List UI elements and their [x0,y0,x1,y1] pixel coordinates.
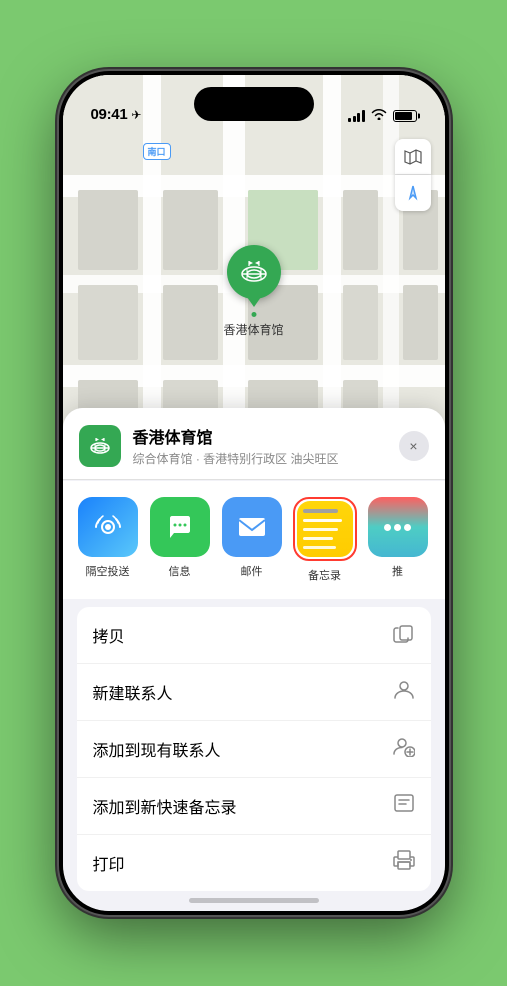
share-item-airdrop[interactable]: 隔空投送 [77,497,139,583]
battery-icon [393,110,417,122]
map-type-button[interactable] [395,139,431,175]
print-icon [393,849,415,877]
action-new-contact[interactable]: 新建联系人 [77,664,431,721]
share-item-notes[interactable]: 备忘录 [293,497,357,583]
messages-svg [164,511,196,543]
notes-icon [297,501,353,557]
mail-label: 邮件 [241,563,263,579]
location-info: 香港体育馆 综合体育馆 · 香港特别行政区 油尖旺区 [133,424,399,467]
add-note-label: 添加到新快速备忘录 [93,794,237,818]
status-icons [348,108,417,123]
copy-icon [393,621,415,649]
location-venue-icon [79,425,121,467]
add-existing-label: 添加到现有联系人 [93,737,221,761]
add-existing-icon [393,735,415,763]
location-header: 香港体育馆 综合体育馆 · 香港特别行政区 油尖旺区 × [63,408,445,480]
notes-label: 备忘录 [308,567,341,583]
action-add-note[interactable]: 添加到新快速备忘录 [77,778,431,835]
bottom-sheet: 香港体育馆 综合体育馆 · 香港特别行政区 油尖旺区 × [63,408,445,911]
home-indicator [189,898,319,903]
mail-icon [222,497,282,557]
messages-label: 信息 [169,563,191,579]
add-existing-svg [393,735,415,757]
copy-svg [393,621,415,643]
notes-icon-wrapper [293,497,357,561]
share-item-messages[interactable]: 信息 [149,497,211,583]
road-label: 南口 [143,143,171,160]
map-type-icon [403,147,423,167]
mail-svg [236,513,268,541]
add-note-icon [393,792,415,820]
print-svg [393,849,415,871]
dynamic-island [194,87,314,121]
action-list: 拷贝 新建联系人 [77,607,431,891]
location-button[interactable] [395,175,431,211]
new-contact-icon [393,678,415,706]
phone-frame: 09:41 ✈ [59,71,449,915]
copy-label: 拷贝 [93,623,125,647]
close-button[interactable]: × [399,431,429,461]
map-controls [395,139,431,211]
messages-icon [150,497,210,557]
location-name: 香港体育馆 [133,424,399,448]
more-label: 推 [392,563,403,579]
new-contact-label: 新建联系人 [93,680,173,704]
venue-icon [88,434,112,458]
stadium-pin: 香港体育馆 [223,245,283,338]
signal-icon [348,110,365,122]
location-arrow-icon: ✈ [131,108,141,122]
share-item-more[interactable]: 推 [367,497,429,583]
airdrop-label: 隔空投送 [86,563,130,579]
new-contact-svg [393,678,415,700]
more-icon [368,497,428,557]
share-row: 隔空投送 信息 [63,481,445,599]
pin-dot [251,312,256,317]
share-item-mail[interactable]: 邮件 [221,497,283,583]
stadium-icon [238,258,268,286]
action-copy[interactable]: 拷贝 [77,607,431,664]
action-add-existing[interactable]: 添加到现有联系人 [77,721,431,778]
location-subtitle: 综合体育馆 · 香港特别行政区 油尖旺区 [133,450,399,467]
phone-screen: 09:41 ✈ [63,75,445,911]
airdrop-icon [78,497,138,557]
add-note-svg [393,792,415,814]
print-label: 打印 [93,851,125,875]
status-time: 09:41 [91,106,128,123]
wifi-icon [371,108,387,123]
action-print[interactable]: 打印 [77,835,431,891]
pin-icon [226,245,280,299]
stadium-label: 香港体育馆 [223,321,283,338]
airdrop-svg [92,511,124,543]
location-arrow-icon [405,185,421,201]
